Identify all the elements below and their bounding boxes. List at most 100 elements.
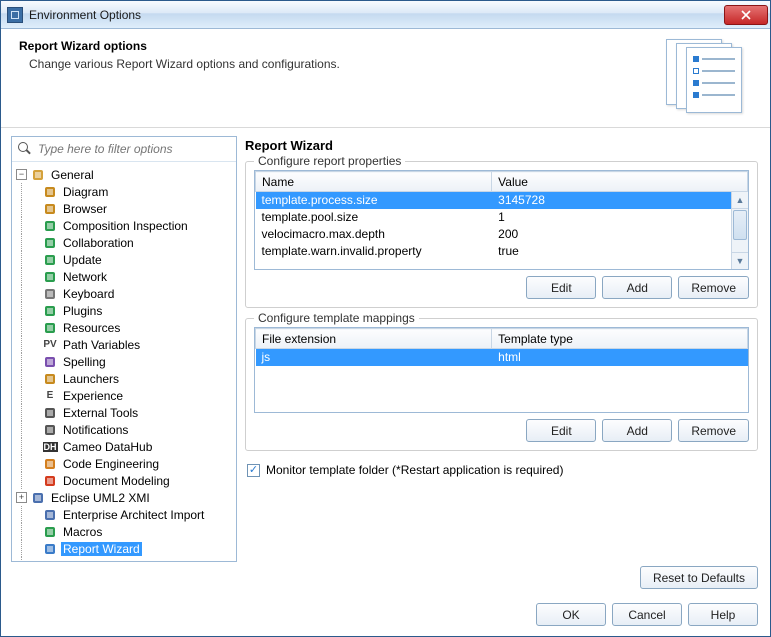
titlebar: Environment Options bbox=[1, 1, 770, 29]
tree-item-cameo-datahub[interactable]: DHCameo DataHub bbox=[14, 438, 234, 455]
window: Environment Options Report Wizard option… bbox=[0, 0, 771, 637]
filter-row bbox=[12, 137, 236, 162]
cell-name: template.warn.invalid.property bbox=[256, 243, 492, 260]
maps-edit-button[interactable]: Edit bbox=[526, 419, 596, 442]
tree-item-eclipse-uml2-xmi[interactable]: + Eclipse UML2 XMI bbox=[14, 489, 234, 506]
dh-icon: DH bbox=[42, 439, 58, 455]
reset-defaults-button[interactable]: Reset to Defaults bbox=[640, 566, 758, 589]
cell-value: 200 bbox=[492, 226, 748, 243]
tree-item-label: Eclipse UML2 XMI bbox=[49, 491, 152, 505]
tree-item-label: Path Variables bbox=[61, 338, 142, 352]
tree-item-experience[interactable]: EExperience bbox=[14, 387, 234, 404]
tree-item-label: External Tools bbox=[61, 406, 140, 420]
resources-icon bbox=[42, 320, 58, 336]
tree-item-label: Resources bbox=[61, 321, 122, 335]
options-tree[interactable]: −GeneralDiagramBrowser Composition Inspec… bbox=[12, 162, 236, 561]
tree-item-label: Report Wizard bbox=[61, 542, 142, 556]
tree-item-browser[interactable]: Browser bbox=[14, 200, 234, 217]
tree-item-plugins[interactable]: Plugins bbox=[14, 302, 234, 319]
tree-item-label: Experience bbox=[61, 389, 125, 403]
close-button[interactable] bbox=[724, 5, 768, 25]
tree-item-label: Document Modeling bbox=[61, 474, 172, 488]
tree-item-diagram[interactable]: Diagram bbox=[14, 183, 234, 200]
template-mappings-table[interactable]: File extension Template type jshtml bbox=[254, 327, 749, 413]
header-illustration bbox=[662, 39, 752, 117]
page-title: Report Wizard bbox=[245, 138, 760, 153]
maps-remove-button[interactable]: Remove bbox=[678, 419, 749, 442]
table-row[interactable]: template.process.size3145728 bbox=[256, 192, 748, 209]
tree-item-label: Macros bbox=[61, 525, 104, 539]
tree-item-report-wizard[interactable]: Report Wizard bbox=[14, 540, 234, 557]
tree-item-label: Notifications bbox=[61, 423, 130, 437]
tree-item-label: Enterprise Architect Import bbox=[61, 508, 206, 522]
cell-value: 3145728 bbox=[492, 192, 748, 209]
scroll-up-icon[interactable]: ▲ bbox=[732, 192, 748, 209]
cancel-button[interactable]: Cancel bbox=[612, 603, 682, 626]
tree-item-network[interactable]: Network bbox=[14, 268, 234, 285]
cell-name: template.pool.size bbox=[256, 209, 492, 226]
scroll-down-icon[interactable]: ▼ bbox=[732, 252, 748, 269]
tree-item-macros[interactable]: Macros bbox=[14, 523, 234, 540]
notif-icon bbox=[42, 422, 58, 438]
sim-icon bbox=[42, 558, 58, 562]
scroll-thumb[interactable] bbox=[733, 210, 747, 240]
tree-item-external-tools[interactable]: External Tools bbox=[14, 404, 234, 421]
tree-item-update[interactable]: Update bbox=[14, 251, 234, 268]
monitor-template-label: Monitor template folder (*Restart applic… bbox=[266, 463, 563, 477]
table-row[interactable]: velocimacro.max.depth200 bbox=[256, 226, 748, 243]
col-value[interactable]: Value bbox=[492, 172, 748, 192]
tree-item-label: Launchers bbox=[61, 372, 121, 386]
props-edit-button[interactable]: Edit bbox=[526, 276, 596, 299]
plugin-icon bbox=[42, 303, 58, 319]
tools-icon bbox=[42, 405, 58, 421]
tree-item-spelling[interactable]: Spelling bbox=[14, 353, 234, 370]
report-icon bbox=[42, 541, 58, 557]
collab-icon bbox=[42, 235, 58, 251]
tree-item-resources[interactable]: Resources bbox=[14, 319, 234, 336]
checkbox-icon: ✓ bbox=[247, 464, 260, 477]
tree-expander-icon[interactable]: − bbox=[16, 169, 27, 180]
inspect-icon bbox=[42, 218, 58, 234]
monitor-template-checkbox[interactable]: ✓ Monitor template folder (*Restart appl… bbox=[247, 463, 760, 477]
tree-item-composition-inspection[interactable]: Composition Inspection bbox=[14, 217, 234, 234]
tree-item-enterprise-architect-import[interactable]: Enterprise Architect Import bbox=[14, 506, 234, 523]
tree-item-keyboard[interactable]: Keyboard bbox=[14, 285, 234, 302]
tree-item-path-variables[interactable]: PVPath Variables bbox=[14, 336, 234, 353]
spell-icon bbox=[42, 354, 58, 370]
update-icon bbox=[42, 252, 58, 268]
col-name[interactable]: Name bbox=[256, 172, 492, 192]
tree-item-label: Composition Inspection bbox=[61, 219, 190, 233]
header-subtitle: Change various Report Wizard options and… bbox=[29, 57, 662, 71]
tree-item-notifications[interactable]: Notifications bbox=[14, 421, 234, 438]
report-properties-legend: Configure report properties bbox=[254, 154, 405, 168]
cell-ext: js bbox=[256, 349, 492, 366]
props-add-button[interactable]: Add bbox=[602, 276, 672, 299]
browser-icon bbox=[42, 201, 58, 217]
header-title: Report Wizard options bbox=[19, 39, 662, 53]
tree-item-label: Update bbox=[61, 253, 104, 267]
tree-item-simulation[interactable]: Simulation bbox=[14, 557, 234, 561]
props-scrollbar[interactable]: ▲ ▼ bbox=[731, 192, 748, 269]
col-template-type[interactable]: Template type bbox=[492, 329, 748, 349]
help-button[interactable]: Help bbox=[688, 603, 758, 626]
tree-item-launchers[interactable]: Launchers bbox=[14, 370, 234, 387]
tree-expander-icon[interactable]: + bbox=[16, 492, 27, 503]
tree-item-general[interactable]: −General bbox=[14, 166, 234, 183]
table-row[interactable]: jshtml bbox=[256, 349, 748, 366]
tree-item-document-modeling[interactable]: Document Modeling bbox=[14, 472, 234, 489]
tree-item-collaboration[interactable]: Collaboration bbox=[14, 234, 234, 251]
report-properties-table[interactable]: Name Value template.process.size3145728t… bbox=[254, 170, 749, 270]
ok-button[interactable]: OK bbox=[536, 603, 606, 626]
table-row[interactable]: template.warn.invalid.propertytrue bbox=[256, 243, 748, 260]
exp-icon: E bbox=[42, 388, 58, 404]
ea-icon bbox=[42, 507, 58, 523]
eclipse-icon bbox=[30, 490, 46, 506]
tree-item-code-engineering[interactable]: Code Engineering bbox=[14, 455, 234, 472]
cell-name: velocimacro.max.depth bbox=[256, 226, 492, 243]
maps-add-button[interactable]: Add bbox=[602, 419, 672, 442]
props-remove-button[interactable]: Remove bbox=[678, 276, 749, 299]
keyboard-icon bbox=[42, 286, 58, 302]
col-file-ext[interactable]: File extension bbox=[256, 329, 492, 349]
filter-input[interactable] bbox=[36, 141, 230, 157]
table-row[interactable]: template.pool.size1 bbox=[256, 209, 748, 226]
